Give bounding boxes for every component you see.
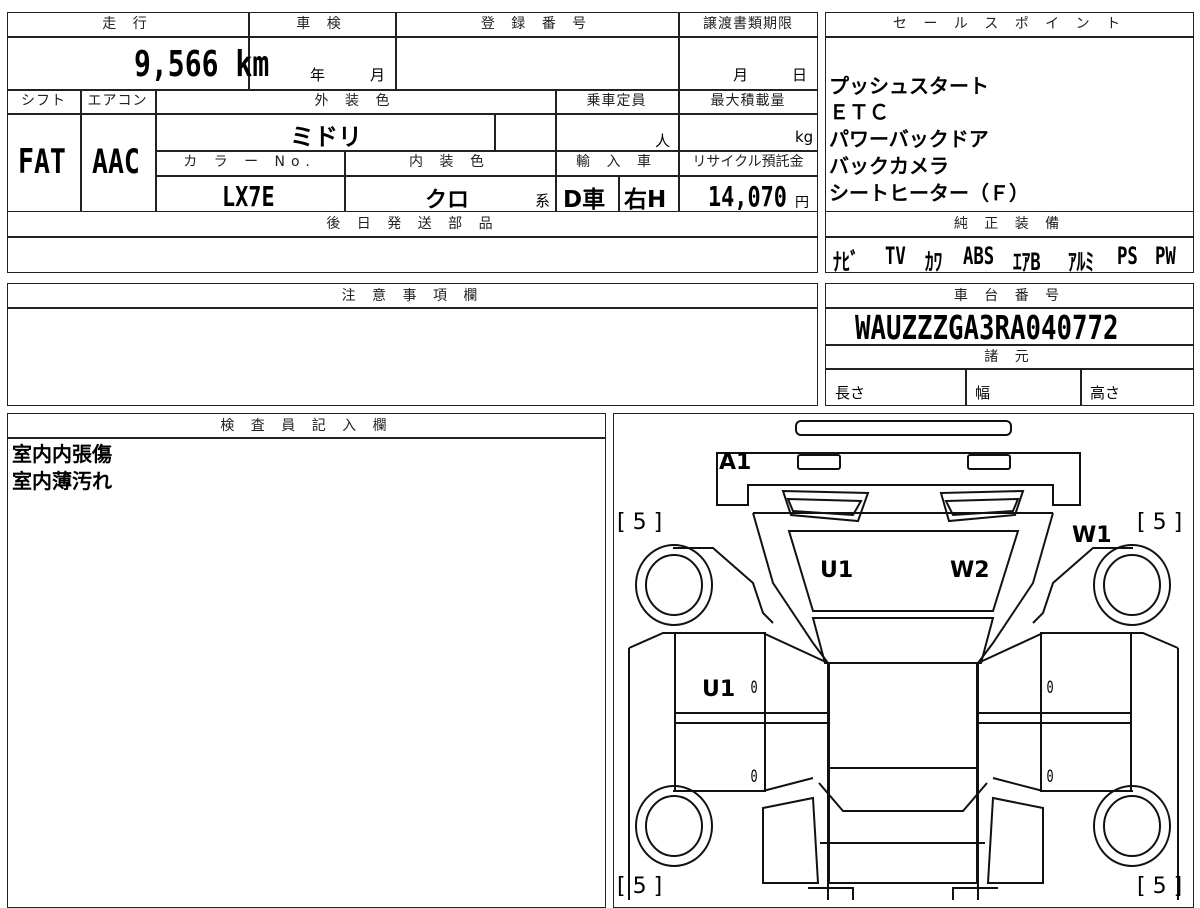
- recycle-unit: 円: [795, 195, 809, 211]
- equipment-item: ｶﾜ: [925, 248, 943, 276]
- inspection-year-unit: 年: [310, 66, 326, 84]
- sales-point-item: パワーバックドア: [829, 127, 989, 151]
- tire-score: [ 5 ]: [617, 510, 663, 535]
- vehicle-info-table: [7, 12, 818, 212]
- sales-point-item: ＥＴＣ: [829, 100, 889, 124]
- inspector-label: 検 査 員 記 入 欄: [220, 418, 393, 434]
- tire-score: [ 5 ]: [617, 874, 663, 899]
- interior-color-value: クロ: [425, 188, 470, 213]
- tire-score: [ 5 ]: [1137, 510, 1183, 535]
- inspector-note: 室内薄汚れ: [12, 469, 112, 493]
- inspection-month-unit: 月: [370, 66, 386, 84]
- aircon-value: AAC: [92, 142, 140, 182]
- inspection-label: 車 検: [296, 16, 347, 32]
- exterior-color-label: 外 装 色: [314, 93, 396, 109]
- transfer-month-unit: 月: [733, 66, 749, 84]
- length-label: 長さ: [835, 384, 866, 402]
- sales-point-item: シートヒーター（Ｆ）: [829, 181, 1029, 205]
- damage-mark-u1: U1: [820, 558, 854, 583]
- chassis-label: 車 台 番 号: [953, 288, 1066, 304]
- shift-label: シフト: [21, 93, 66, 109]
- door-score: 0: [750, 678, 758, 698]
- exterior-color-value: ミドリ: [290, 123, 362, 151]
- car-diagram: [628, 420, 1179, 900]
- import-value: D車: [563, 187, 606, 213]
- load-unit: kg: [795, 128, 814, 146]
- equipment-item: PW: [1155, 242, 1176, 270]
- standard-equipment-label: 純 正 装 備: [953, 216, 1066, 232]
- height-label: 高さ: [1090, 384, 1121, 402]
- damage-mark-w1: W1: [1072, 523, 1112, 548]
- sales-point-item: プッシュスタート: [829, 74, 989, 98]
- transfer-deadline-label: 譲渡書類期限: [703, 16, 793, 32]
- equipment-list: ﾅﾋﾞ TV ｶﾜ ABS ｴｱB ｱﾙﾐ PS PW: [833, 240, 1193, 276]
- transfer-day-unit: 日: [792, 66, 808, 84]
- notes-label: 注 意 事 項 欄: [341, 288, 484, 304]
- dimensions-label: 諸 元: [984, 349, 1035, 365]
- chassis-number: WAUZZZGA3RA040772: [855, 308, 1119, 347]
- door-score: 0: [1046, 767, 1054, 787]
- sales-points-label: セ ー ル ス ポ イ ン ト: [892, 16, 1127, 32]
- damage-mark-u1-door: U1: [702, 677, 736, 702]
- shift-value: FAT: [18, 142, 66, 182]
- registration-label: 登 録 番 号: [480, 16, 593, 32]
- capacity-label: 乗車定員: [586, 93, 647, 109]
- recycle-value: 14,070: [708, 180, 787, 213]
- import-label: 輸 入 車: [576, 154, 657, 170]
- mileage-value: 9,566 km: [134, 44, 270, 85]
- equipment-item: ABS: [963, 242, 995, 270]
- tire-score: [ 5 ]: [1137, 874, 1183, 899]
- color-no-label: カ ラ ー No.: [183, 154, 316, 170]
- door-score: 0: [750, 767, 758, 787]
- max-load-label: 最大積載量: [710, 93, 786, 109]
- equipment-item: TV: [885, 242, 906, 270]
- mileage-label: 走 行: [102, 16, 153, 32]
- capacity-unit: 人: [655, 132, 671, 150]
- sales-point-item: バックカメラ: [829, 154, 949, 178]
- recycle-label: リサイクル預託金: [692, 154, 804, 170]
- aircon-label: エアコン: [87, 93, 148, 109]
- equipment-item: ﾅﾋﾞ: [833, 248, 859, 276]
- equipment-item: ｱﾙﾐ: [1068, 248, 1094, 276]
- equipment-item: ｴｱB: [1013, 248, 1041, 276]
- width-label: 幅: [975, 384, 991, 402]
- inspector-note: 室内内張傷: [12, 442, 112, 466]
- interior-color-label: 内 装 色: [409, 154, 490, 170]
- interior-suffix: 系: [535, 192, 551, 210]
- door-score: 0: [1046, 678, 1054, 698]
- later-parts-label: 後 日 発 送 部 品: [326, 216, 499, 232]
- damage-mark-a1: A1: [719, 450, 752, 475]
- damage-mark-w2: W2: [950, 558, 990, 583]
- handle-value: 右H: [624, 187, 667, 213]
- equipment-item: PS: [1117, 242, 1138, 270]
- color-no-value: LX7E: [222, 180, 275, 213]
